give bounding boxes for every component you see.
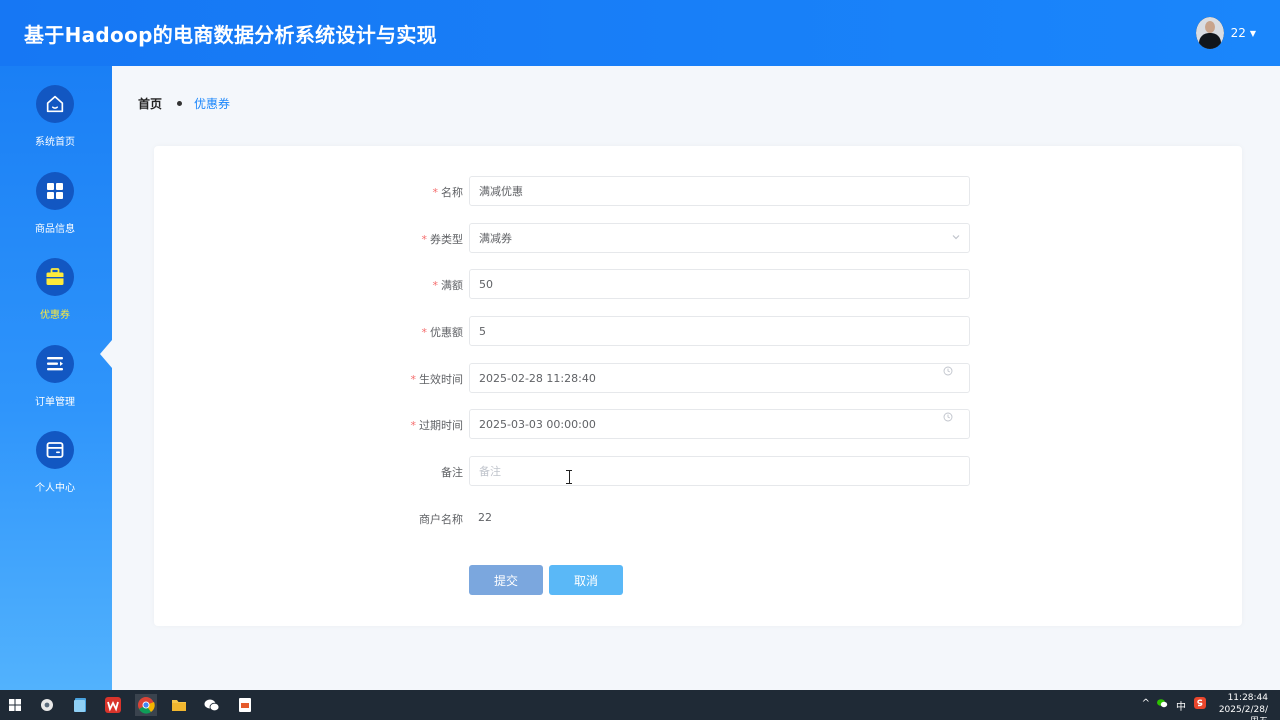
app-title: 基于Hadoop的电商数据分析系统设计与实现 (24, 23, 437, 47)
clock-time: 11:28:44 (1227, 693, 1268, 703)
sidebar-item-home[interactable]: 系统首页 (0, 85, 112, 165)
settings-app-icon[interactable] (36, 694, 58, 716)
sidebar-item-label: 个人中心 (35, 483, 75, 494)
tray-expand-icon[interactable]: ^ (1142, 698, 1150, 709)
chevron-down-icon (951, 232, 961, 245)
briefcase-icon (36, 258, 74, 296)
field-label: * 优惠额 (421, 326, 464, 339)
windows-start-icon[interactable] (4, 694, 26, 716)
field-label: * 满额 (432, 279, 464, 292)
breadcrumb: 首页 优惠券 (138, 95, 230, 112)
list-icon (36, 345, 74, 383)
home-icon (36, 85, 74, 123)
merchant-name-value: 22 (478, 511, 492, 524)
sidebar-item-label: 优惠券 (40, 310, 70, 321)
user-name[interactable]: 22 (1231, 26, 1246, 40)
breadcrumb-current: 优惠券 (194, 97, 231, 111)
form-row-end-time: * 过期时间 2025-03-03 00:00:00 (154, 409, 1242, 439)
avatar[interactable] (1195, 17, 1224, 49)
end-time-picker[interactable]: 2025-03-03 00:00:00 (469, 409, 970, 439)
wechat-app-icon[interactable] (201, 694, 223, 716)
grid-icon (36, 172, 74, 210)
active-indicator (100, 340, 112, 368)
clock-date: 2025/2/28/周五 (1218, 705, 1268, 720)
submit-button[interactable]: 提交 (469, 565, 543, 595)
text-cursor-icon (566, 470, 572, 484)
taskbar: ^ 中 11:28:44 2025/2/28/周五 (0, 690, 1280, 720)
start-time-picker[interactable]: 2025-02-28 11:28:40 (469, 363, 970, 393)
breadcrumb-separator (177, 101, 183, 106)
notes-app-icon[interactable] (69, 694, 91, 716)
form-row-remark: 备注 备注 (154, 456, 1242, 486)
remark-input[interactable]: 备注 (469, 456, 970, 486)
sidebar: 系统首页 商品信息 优惠券 订单管理 个人中心 (0, 66, 112, 690)
user-menu[interactable]: 22 ▼ (1195, 17, 1256, 49)
cancel-button[interactable]: 取消 (549, 565, 623, 595)
form-row-threshold: * 满额 50 (154, 269, 1242, 299)
pdf-app-icon[interactable] (234, 694, 256, 716)
form-row-start-time: * 生效时间 2025-02-28 11:28:40 (154, 363, 1242, 393)
sidebar-item-label: 系统首页 (35, 137, 75, 148)
ime-indicator[interactable]: 中 (1176, 698, 1186, 713)
field-label: * 过期时间 (410, 419, 464, 432)
wps-app-icon[interactable] (102, 694, 124, 716)
sidebar-item-label: 商品信息 (35, 224, 75, 235)
field-label: 商户名称 (419, 513, 463, 526)
chrome-app-icon[interactable] (135, 694, 157, 716)
field-label: 备注 (441, 466, 463, 479)
file-explorer-icon[interactable] (168, 694, 190, 716)
caret-down-icon[interactable]: ▼ (1250, 29, 1256, 38)
coupon-form-card: * 名称 满减优惠 * 券类型 满减券 * 满额 50 * 优惠额 5 * 生效时间 20… (154, 146, 1242, 626)
sogou-ime-icon[interactable] (1194, 697, 1206, 712)
form-row-discount: * 优惠额 5 (154, 316, 1242, 346)
sidebar-item-orders[interactable]: 订单管理 (0, 345, 112, 425)
clock-icon (943, 366, 953, 380)
sidebar-item-products[interactable]: 商品信息 (0, 172, 112, 252)
threshold-input[interactable]: 50 (469, 269, 970, 299)
form-row-coupon-type: * 券类型 满减券 (154, 223, 1242, 253)
name-input[interactable]: 满减优惠 (469, 176, 970, 206)
sidebar-item-profile[interactable]: 个人中心 (0, 431, 112, 511)
breadcrumb-home[interactable]: 首页 (138, 95, 162, 112)
system-clock[interactable]: 11:28:44 2025/2/28/周五 (1219, 692, 1268, 720)
form-row-name: * 名称 满减优惠 (154, 176, 1242, 206)
sidebar-item-coupons[interactable]: 优惠券 (0, 258, 112, 338)
field-label: * 名称 (432, 186, 464, 199)
field-label: * 生效时间 (410, 373, 464, 386)
wechat-tray-icon[interactable] (1156, 697, 1168, 712)
discount-input[interactable]: 5 (469, 316, 970, 346)
window-icon (36, 431, 74, 469)
clock-icon (943, 412, 953, 426)
sidebar-item-label: 订单管理 (35, 397, 75, 408)
field-label: * 券类型 (421, 233, 464, 246)
form-row-merchant: 商户名称 22 (154, 503, 1242, 533)
app-header: 基于Hadoop的电商数据分析系统设计与实现 22 ▼ (0, 0, 1280, 66)
coupon-type-select[interactable]: 满减券 (469, 223, 970, 253)
